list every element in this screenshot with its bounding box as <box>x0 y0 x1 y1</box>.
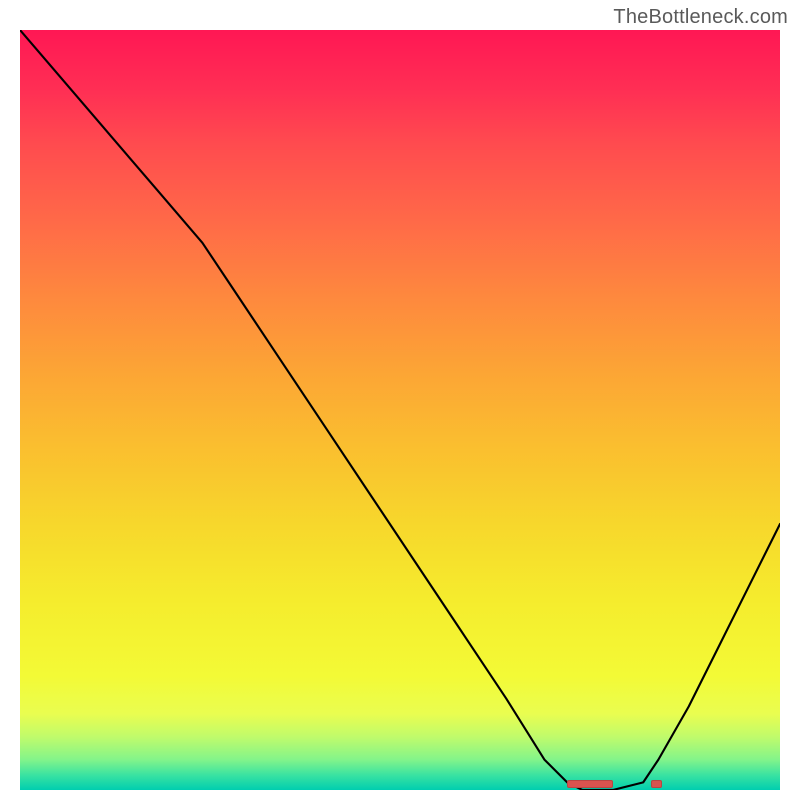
watermark-text: TheBottleneck.com <box>613 6 788 29</box>
min-segment-a <box>567 780 613 788</box>
chart-curve-svg <box>20 30 780 790</box>
chart-plot-area <box>20 30 780 790</box>
bottleneck-curve-path <box>20 30 780 790</box>
min-point-b <box>651 780 662 788</box>
